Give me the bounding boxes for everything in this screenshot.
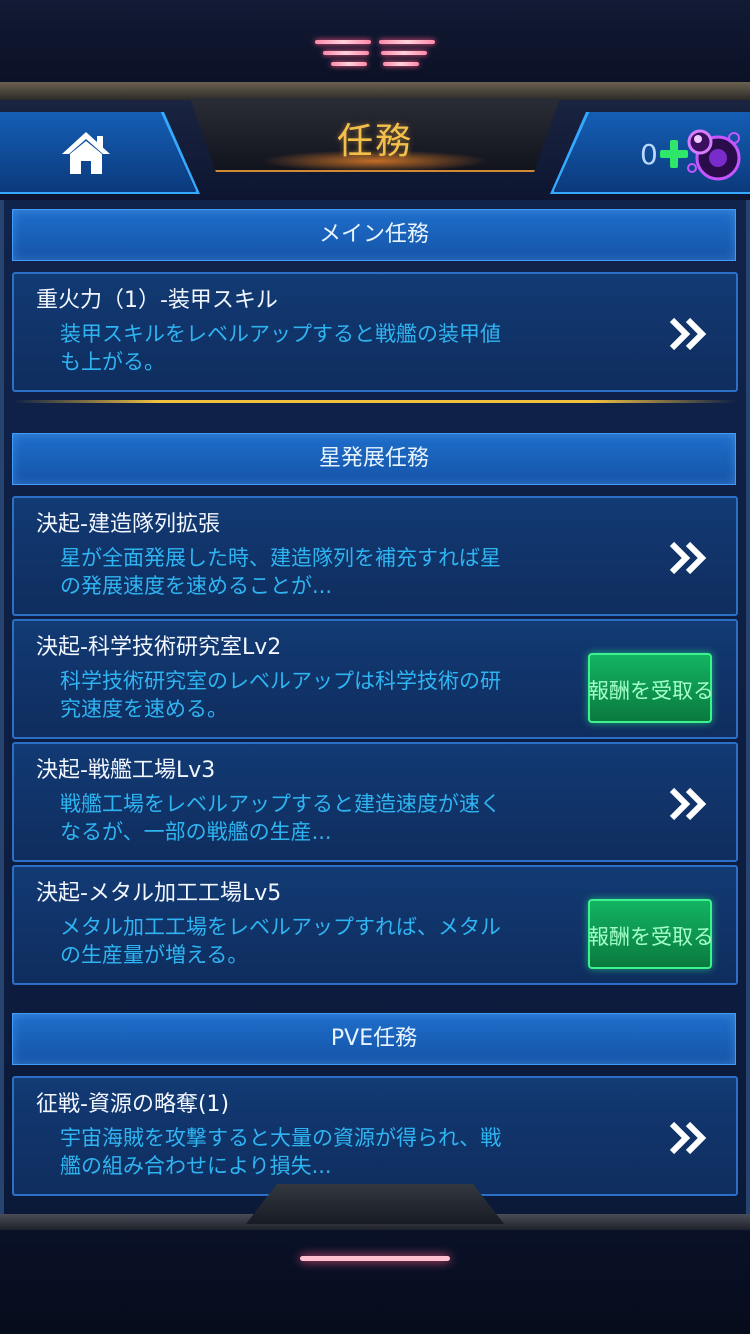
header-plate [0, 82, 750, 100]
task-desc-line: 科学技術研究室のレベルアップは科学技術の研 [60, 669, 501, 693]
menu-line [381, 51, 427, 55]
bottom-glow-bar [300, 1256, 450, 1261]
task-desc-line: なるが、一部の戦艦の生産... [60, 820, 332, 844]
double-chevron-right-icon[interactable] [668, 540, 708, 576]
menu-line [331, 62, 367, 66]
task-desc-line: 究速度を速める。 [60, 697, 228, 721]
home-icon[interactable] [60, 130, 112, 176]
task-desc-line: の発展速度を速めることが... [60, 574, 333, 598]
section-divider [14, 400, 736, 403]
right-rail [746, 200, 750, 1220]
task-card[interactable]: 征戦-資源の略奪(1) 宇宙海賊を攻撃すると大量の資源が得られ、戦 艦の組み合わ… [12, 1076, 738, 1196]
task-description: 科学技術研究室のレベルアップは科学技術の研 究速度を速める。 [60, 667, 560, 723]
task-desc-line: メタル加工工場をレベルアップすれば、メタル [60, 915, 501, 939]
task-description: 装甲スキルをレベルアップすると戦艦の装甲値 も上がる。 [60, 320, 560, 376]
task-desc-line: も上がる。 [60, 350, 165, 374]
task-desc-line: 艦の組み合わせにより損失... [60, 1154, 332, 1178]
double-chevron-right-icon[interactable] [668, 786, 708, 822]
task-description: 星が全面発展した時、建造隊列を補充すれば星 の発展速度を速めることが... [60, 544, 560, 600]
task-title: 決起-科学技術研究室Lv2 [36, 635, 282, 660]
task-title: 重火力（1）-装甲スキル [36, 288, 278, 313]
task-card[interactable]: 決起-戦艦工場Lv3 戦艦工場をレベルアップすると建造速度が速く なるが、一部の… [12, 742, 738, 862]
task-description: 宇宙海賊を攻撃すると大量の資源が得られ、戦 艦の組み合わせにより損失... [60, 1124, 560, 1180]
section-header-main: メイン任務 [12, 209, 736, 261]
task-card[interactable]: 決起-メタル加工工場Lv5 メタル加工工場をレベルアップすれば、メタル の生産量… [12, 865, 738, 985]
double-chevron-right-icon[interactable] [668, 1120, 708, 1156]
task-desc-line: 宇宙海賊を攻撃すると大量の資源が得られ、戦 [60, 1126, 502, 1150]
section-header-star: 星発展任務 [12, 433, 736, 485]
task-title: 決起-メタル加工工場Lv5 [36, 881, 282, 906]
menu-line [323, 51, 369, 55]
task-description: 戦艦工場をレベルアップすると建造速度が速く なるが、一部の戦艦の生産... [60, 790, 560, 846]
task-title: 決起-建造隊列拡張 [36, 512, 220, 537]
bottom-frame [0, 1218, 750, 1334]
resource-count: 0 [640, 138, 658, 171]
menu-line [315, 40, 371, 44]
task-desc-line: の生産量が増える。 [60, 943, 249, 967]
menu-line [379, 40, 435, 44]
task-desc-line: 装甲スキルをレベルアップすると戦艦の装甲値 [60, 322, 501, 346]
double-chevron-right-icon[interactable] [668, 316, 708, 352]
bottom-notch [246, 1184, 504, 1224]
task-desc-line: 戦艦工場をレベルアップすると建造速度が速く [60, 792, 501, 816]
menu-icon[interactable] [315, 38, 435, 70]
menu-line [383, 62, 419, 66]
left-rail [0, 200, 4, 1220]
task-title: 征戦-資源の略奪(1) [36, 1092, 230, 1117]
task-card[interactable]: 重火力（1）-装甲スキル 装甲スキルをレベルアップすると戦艦の装甲値 も上がる。 [12, 272, 738, 392]
task-card[interactable]: 決起-建造隊列拡張 星が全面発展した時、建造隊列を補充すれば星 の発展速度を速め… [12, 496, 738, 616]
task-card[interactable]: 決起-科学技術研究室Lv2 科学技術研究室のレベルアップは科学技術の研 究速度を… [12, 619, 738, 739]
section-header-pve: PVE任務 [12, 1013, 736, 1065]
claim-reward-label[interactable]: 報酬を受取る [578, 675, 724, 705]
task-description: メタル加工工場をレベルアップすれば、メタル の生産量が増える。 [60, 913, 560, 969]
crystal-icon [687, 129, 741, 181]
claim-reward-label[interactable]: 報酬を受取る [578, 921, 724, 951]
task-title: 決起-戦艦工場Lv3 [36, 758, 216, 783]
task-desc-line: 星が全面発展した時、建造隊列を補充すれば星 [60, 546, 501, 570]
